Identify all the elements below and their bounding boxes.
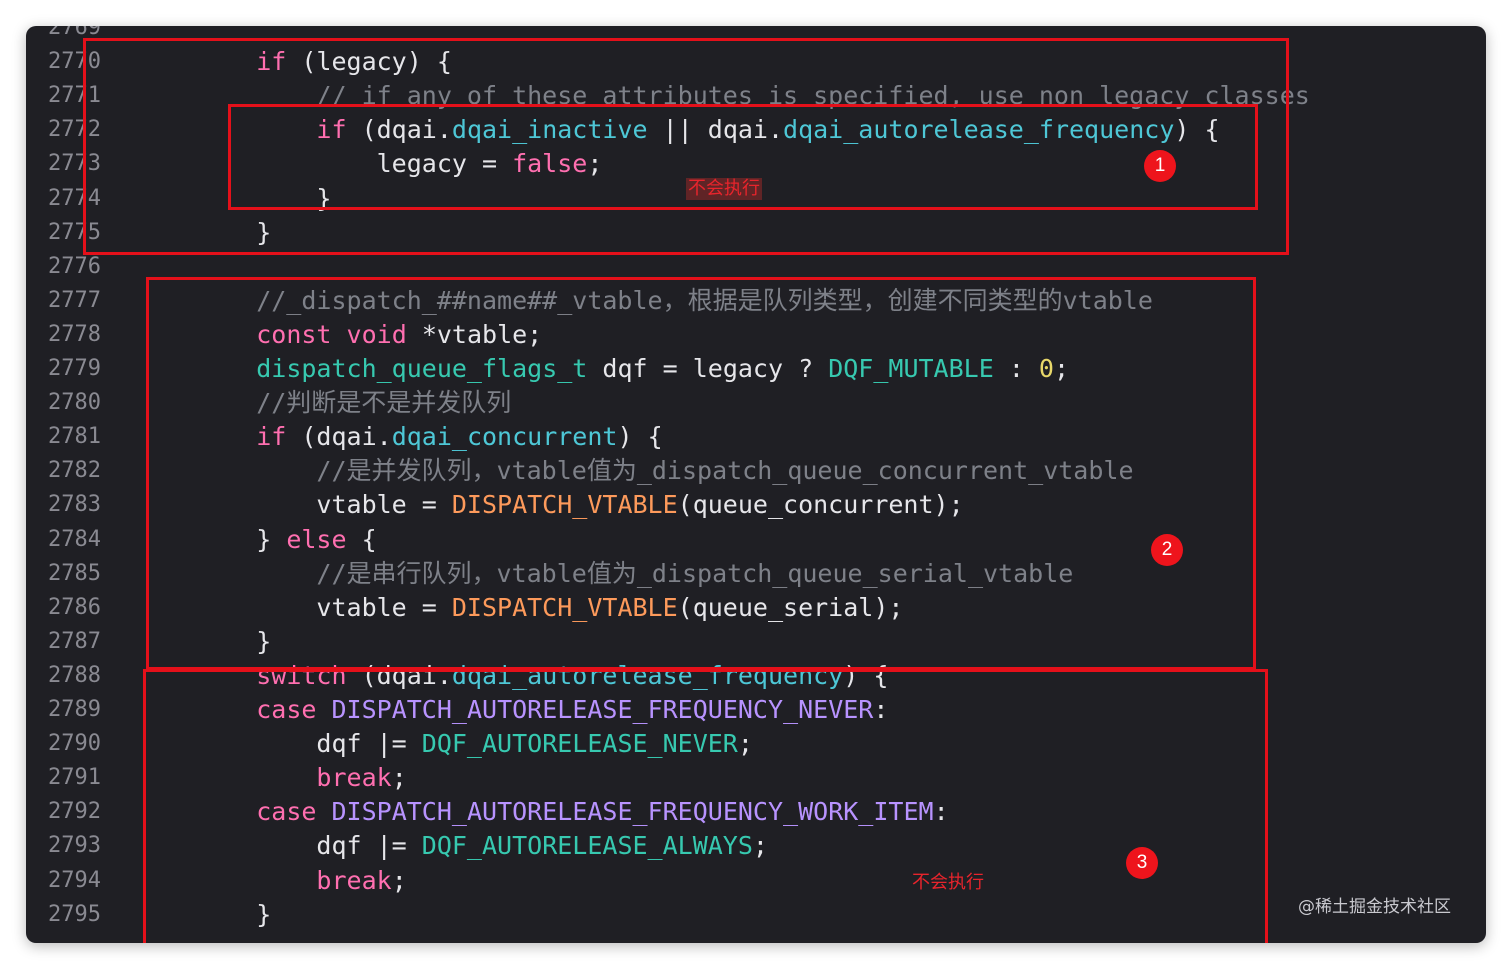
line-number: 2783 xyxy=(48,492,101,518)
annotation-box-3 xyxy=(143,669,1268,943)
annotation-box-2 xyxy=(146,277,1256,670)
line-number: 2778 xyxy=(48,321,101,347)
line-number: 2788 xyxy=(48,662,101,688)
line-number: 2795 xyxy=(48,901,101,927)
line-number: 2790 xyxy=(48,731,101,757)
line-number: 2776 xyxy=(48,253,101,279)
annotation-note-not-executed-1: 不会执行 xyxy=(686,178,762,200)
watermark: @稀土掘金技术社区 xyxy=(1298,897,1451,917)
line-number: 2791 xyxy=(48,765,101,791)
line-number: 2779 xyxy=(48,356,101,381)
annotation-badge-3: 3 xyxy=(1126,847,1158,879)
line-number: 2780 xyxy=(48,390,101,416)
line-number: 2787 xyxy=(48,628,101,654)
line-number: 2782 xyxy=(48,458,101,484)
line-number: 2786 xyxy=(48,594,101,620)
annotation-note-not-executed-3: 不会执行 xyxy=(912,872,984,893)
line-number: 2794 xyxy=(48,867,101,893)
line-number: 2777 xyxy=(48,287,101,313)
line-number: 2784 xyxy=(48,526,101,552)
line-number: 2792 xyxy=(48,799,101,825)
line-number: 2793 xyxy=(48,833,101,859)
annotation-badge-2: 2 xyxy=(1151,534,1183,566)
annotation-badge-1: 1 xyxy=(1144,150,1176,182)
line-number: 2785 xyxy=(48,560,101,586)
code-editor-window: 2769 2770 2771 2772 2773 2774 2775 2776 2777 2778… xyxy=(26,26,1486,943)
line-number: 2781 xyxy=(48,424,101,450)
line-number: 2789 xyxy=(48,697,101,722)
